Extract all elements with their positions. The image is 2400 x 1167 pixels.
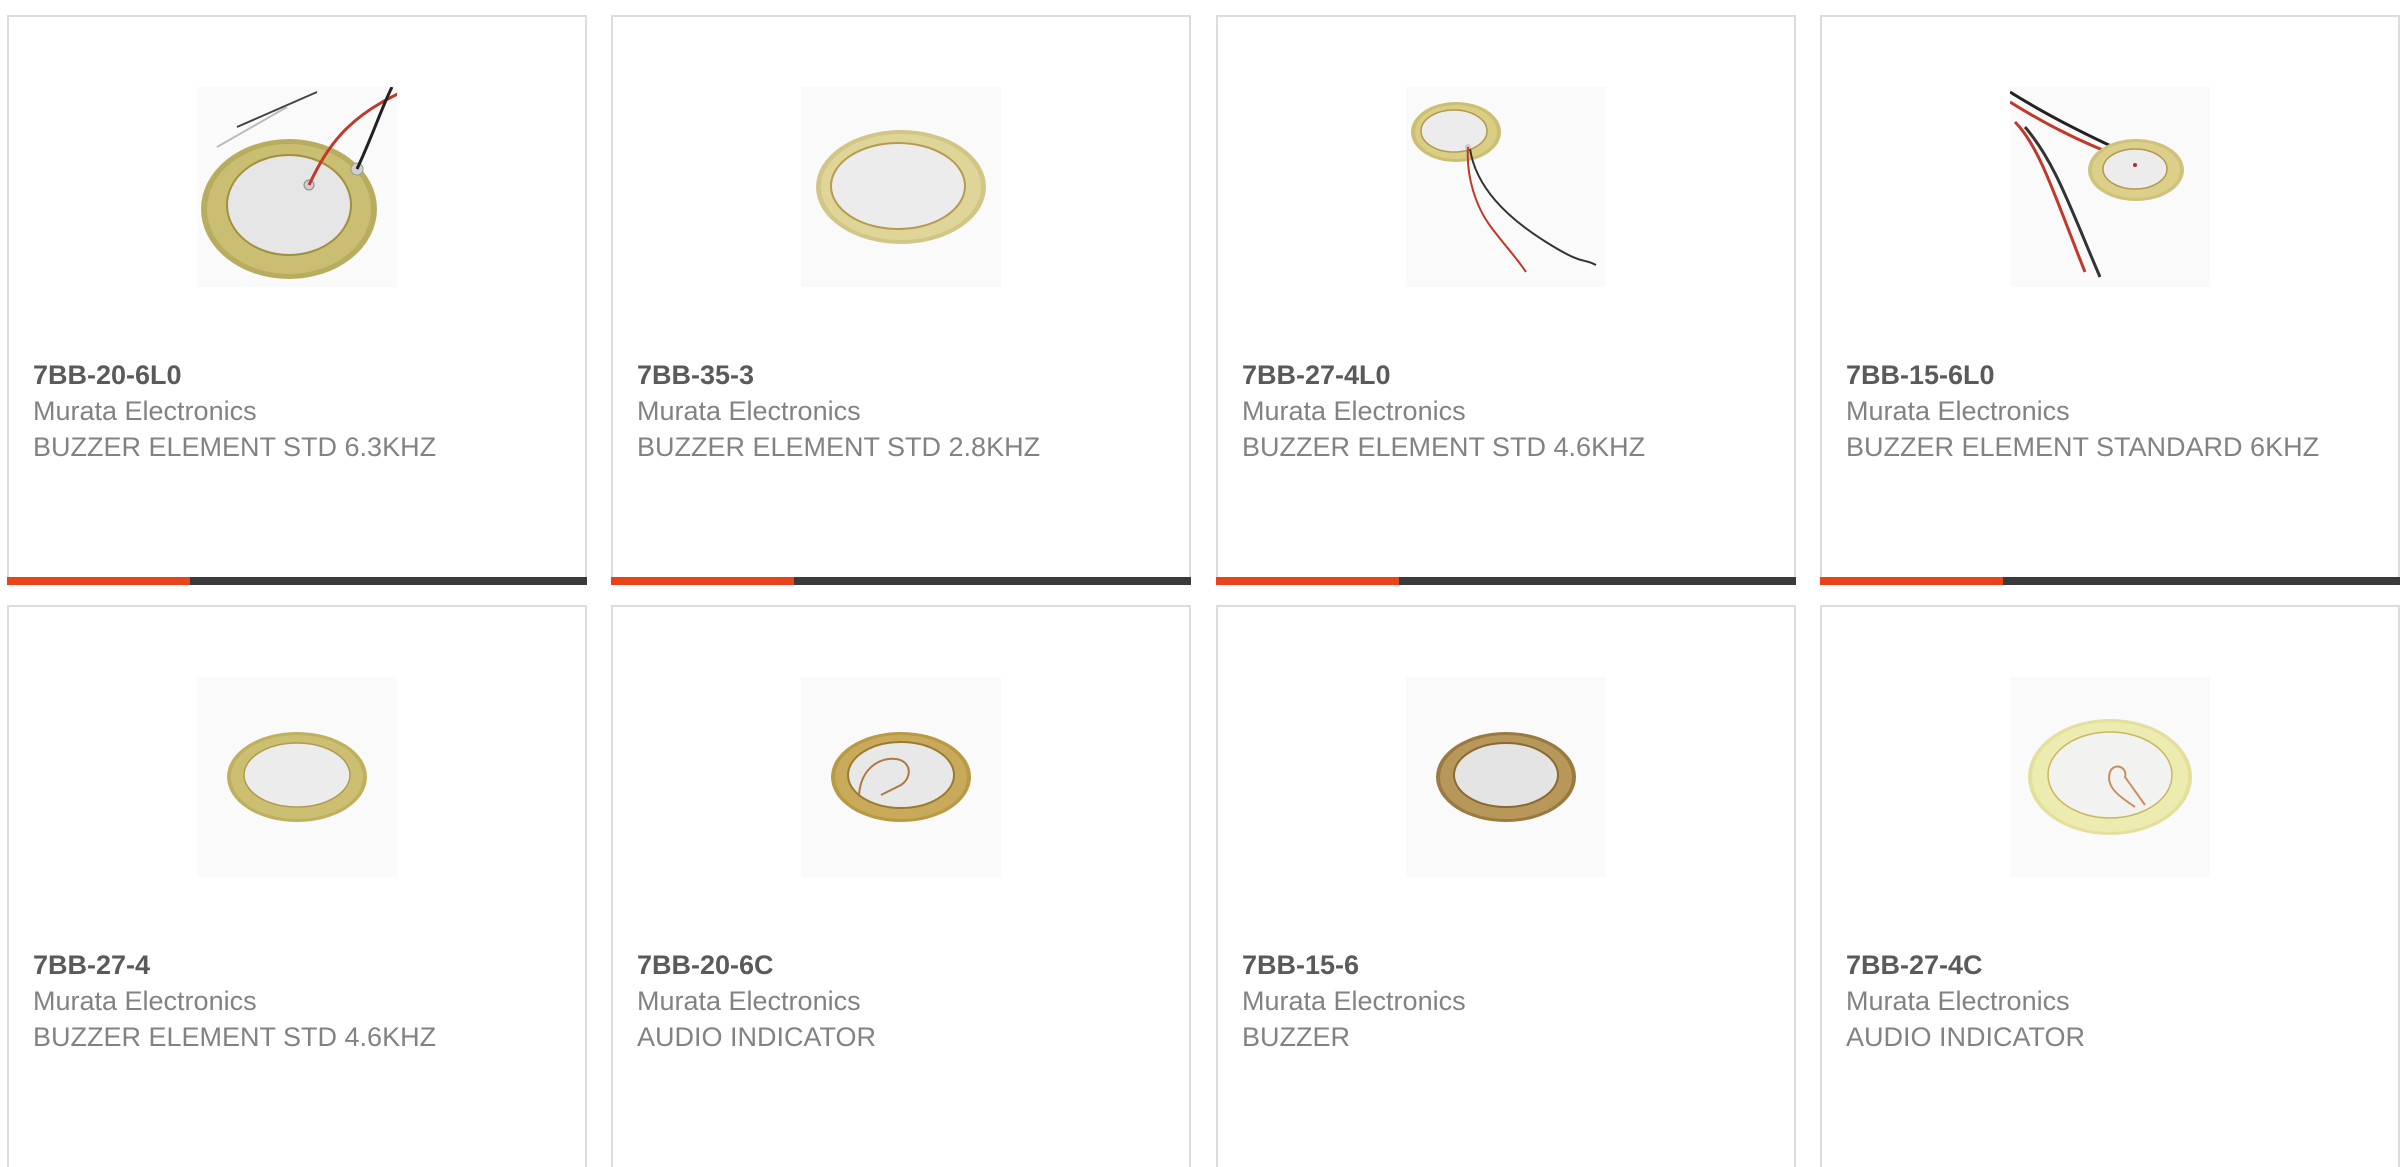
product-image[interactable] [1406,87,1606,287]
description: AUDIO INDICATOR [637,1022,877,1052]
piezo-disc-icon [227,732,367,822]
piezo-disc-with-leads-icon [2010,90,2184,278]
product-card[interactable]: 7BB-27-4L0 Murata Electronics BUZZER ELE… [1216,15,1796,585]
manufacturer: Murata Electronics [637,986,861,1016]
description: BUZZER [1242,1022,1350,1052]
part-number[interactable]: 7BB-27-4L0 [1242,357,1774,393]
product-grid: 7BB-20-6L0 Murata Electronics BUZZER ELE… [0,0,2400,1167]
piezo-disc-with-leads-icon [201,87,397,279]
piezo-disc-with-leads-icon [1411,102,1597,273]
manufacturer: Murata Electronics [1242,986,1466,1016]
product-card[interactable]: 7BB-27-4C Murata Electronics AUDIO INDIC… [1820,605,2400,1167]
card-accent [611,577,794,585]
piezo-disc-feedback-icon [2028,719,2192,835]
manufacturer: Murata Electronics [33,396,257,426]
product-image[interactable] [1406,677,1606,877]
product-image[interactable] [197,677,397,877]
manufacturer: Murata Electronics [637,396,861,426]
product-card[interactable]: 7BB-20-6L0 Murata Electronics BUZZER ELE… [7,15,587,585]
part-number[interactable]: 7BB-20-6L0 [33,357,565,393]
product-image[interactable] [2010,677,2210,877]
product-image[interactable] [801,87,1001,287]
part-number[interactable]: 7BB-15-6L0 [1846,357,2378,393]
piezo-disc-icon [1436,732,1576,822]
part-number[interactable]: 7BB-20-6C [637,947,1169,983]
part-number[interactable]: 7BB-27-4C [1846,947,2378,983]
card-accent [1216,577,1399,585]
description: BUZZER ELEMENT STD 2.8KHZ [637,432,1041,462]
card-accent-bar [611,577,1191,585]
card-accent-bar [7,577,587,585]
manufacturer: Murata Electronics [1846,396,2070,426]
description: BUZZER ELEMENT STD 4.6KHZ [33,1022,437,1052]
manufacturer: Murata Electronics [1846,986,2070,1016]
product-image[interactable] [197,87,397,287]
piezo-disc-icon [816,130,986,244]
product-image[interactable] [2010,87,2210,287]
product-card[interactable]: 7BB-20-6C Murata Electronics AUDIO INDIC… [611,605,1191,1167]
card-accent [1820,577,2003,585]
product-image[interactable] [801,677,1001,877]
description: BUZZER ELEMENT STD 6.3KHZ [33,432,437,462]
card-accent-bar [1216,577,1796,585]
description: BUZZER ELEMENT STANDARD 6KHZ [1846,432,2320,462]
product-card[interactable]: 7BB-15-6 Murata Electronics BUZZER [1216,605,1796,1167]
card-accent [7,577,190,585]
piezo-disc-feedback-icon [831,732,971,822]
part-number[interactable]: 7BB-15-6 [1242,947,1774,983]
product-card[interactable]: 7BB-27-4 Murata Electronics BUZZER ELEME… [7,605,587,1167]
part-number[interactable]: 7BB-35-3 [637,357,1169,393]
product-card[interactable]: 7BB-35-3 Murata Electronics BUZZER ELEME… [611,15,1191,585]
part-number[interactable]: 7BB-27-4 [33,947,565,983]
description: BUZZER ELEMENT STD 4.6KHZ [1242,432,1646,462]
manufacturer: Murata Electronics [1242,396,1466,426]
description: AUDIO INDICATOR [1846,1022,2086,1052]
manufacturer: Murata Electronics [33,986,257,1016]
product-card[interactable]: 7BB-15-6L0 Murata Electronics BUZZER ELE… [1820,15,2400,585]
card-accent-bar [1820,577,2400,585]
